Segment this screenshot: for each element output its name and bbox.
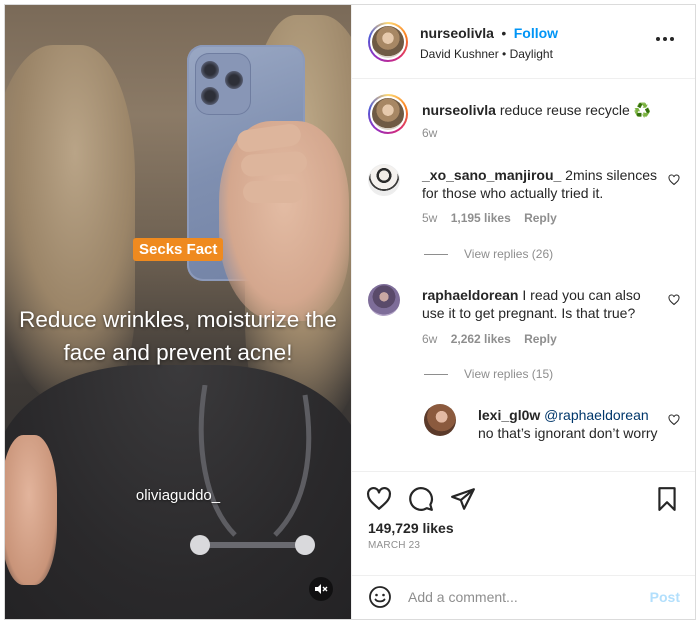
mute-button[interactable] [309,577,333,601]
view-replies-button[interactable]: View replies (15) [424,367,553,381]
video-overlay-caption: Reduce wrinkles, moisturize the face and… [19,307,337,365]
comment-input[interactable]: Add a comment... [408,589,518,605]
avatar [372,98,404,130]
video-sticker-label: Secks Fact [133,238,224,261]
like-comment-heart-icon[interactable] [668,174,680,186]
story-ring[interactable] [368,22,408,62]
save-bookmark-icon[interactable] [654,486,680,512]
likes-count[interactable]: 149,729 likes [368,520,454,536]
video-watermark: oliviaɡuddo_ [135,487,221,504]
header-separator: • [501,25,507,41]
video-scene-hand-lower [5,435,57,585]
comment-username[interactable]: _xo_sano_manjirou_ [422,167,561,183]
like-comment-heart-icon[interactable] [668,294,680,306]
add-comment-bar: Add a comment... Post [352,575,695,619]
post-header: nurseolivla • Follow David Kushner • Day… [352,5,695,79]
post-video[interactable]: Secks Fact Reduce wrinkles, moisturize t… [5,5,351,619]
comment-meta: 5w 1,195 likes Reply [422,211,557,225]
post-date: MARCH 23 [368,540,421,551]
comment-likes[interactable]: 1,195 likes [451,211,511,225]
header-username[interactable]: nurseolivla [420,25,494,41]
divider-line [424,373,448,375]
reply-body: lexi_gl0w @raphaeldorean no that’s ignor… [478,406,664,442]
video-scene-finger [240,150,308,178]
avatar [372,26,404,58]
camera-lens [201,61,219,79]
video-scene-finger [243,181,303,203]
comment-meta: 6w 2,262 likes Reply [422,332,557,346]
comment-age: 5w [422,211,438,225]
camera-lens [201,87,219,105]
more-options-icon[interactable] [656,37,674,41]
reply-button[interactable]: Reply [524,211,557,225]
divider-line [424,253,448,255]
view-replies-button[interactable]: View replies (26) [424,247,553,261]
share-paper-plane-icon[interactable] [450,486,476,512]
post-actions-bar: 149,729 likes MARCH 23 [352,471,695,575]
reply-button[interactable]: Reply [524,332,557,346]
avatar[interactable] [424,404,456,436]
avatar[interactable] [368,164,400,196]
comment-bubble-icon[interactable] [408,486,434,512]
post-caption: nurseolivla reduce reuse recycle ♻️ [422,101,684,119]
caption-age: 6w [422,126,438,140]
reply-text: no that’s ignorant don’t worry [478,425,658,441]
view-replies-label: View replies (26) [464,247,554,261]
caption-text: reduce reuse recycle ♻️ [499,102,652,118]
reply-username[interactable]: lexi_gl0w [478,407,540,423]
instagram-post-modal: Secks Fact Reduce wrinkles, moisturize t… [4,4,696,620]
comment-body: raphaeldorean I read you can also use it… [422,286,658,322]
phone-camera-block [195,53,251,115]
video-scene-hand [219,121,349,321]
avatar[interactable] [368,284,400,316]
reply-mention-link[interactable]: @raphaeldorean [544,407,649,423]
post-side-panel: nurseolivla • Follow David Kushner • Day… [351,5,695,619]
comment-age: 6w [422,332,438,346]
follow-button[interactable]: Follow [514,25,558,41]
header-title-row: nurseolivla • Follow [420,25,558,43]
comment-body: _xo_sano_manjirou_ 2mins silences for th… [422,166,658,202]
stethoscope-illustration [190,385,315,555]
post-comment-button[interactable]: Post [650,589,680,605]
emoji-icon[interactable] [368,585,392,609]
like-heart-icon[interactable] [366,486,392,512]
speaker-muted-icon [315,584,328,594]
comment-username[interactable]: raphaeldorean [422,287,518,303]
comment-likes[interactable]: 2,262 likes [451,332,511,346]
comments-list[interactable]: nurseolivla reduce reuse recycle ♻️ 6w _… [352,80,695,470]
like-comment-heart-icon[interactable] [668,414,680,426]
caption-username[interactable]: nurseolivla [422,102,496,118]
view-replies-label: View replies (15) [464,367,554,381]
caption-avatar-ring[interactable] [368,94,408,134]
audio-track-link[interactable]: David Kushner • Daylight [420,47,553,61]
camera-lens [225,71,243,89]
